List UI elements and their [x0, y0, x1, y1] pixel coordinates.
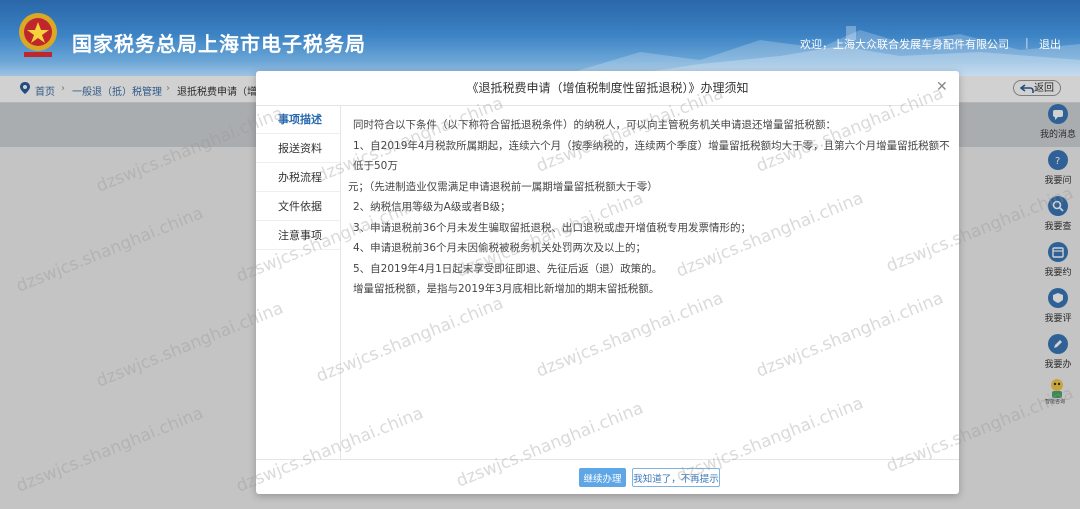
content-paragraph: 增量留抵税额，是指与2019年3月底相比新增加的期末留抵税额。	[353, 283, 660, 295]
content-paragraph: 元；（先进制造业仅需满足申请退税前一属期增量留抵税额大于零）	[348, 180, 658, 193]
tab-materials[interactable]: 报送资料	[256, 135, 340, 163]
continue-button[interactable]: 继续办理	[579, 468, 626, 487]
modal-content: 同时符合以下条件（以下称符合留抵退税条件）的纳税人，可以向主管税务机关申请退还增…	[348, 115, 952, 300]
modal-footer: 继续办理 我知道了，不再提示	[256, 459, 959, 494]
content-paragraph: 同时符合以下条件（以下称符合留抵退税条件）的纳税人，可以向主管税务机关申请退还增…	[353, 119, 836, 131]
tab-description[interactable]: 事项描述	[256, 106, 340, 134]
site-title: 国家税务总局上海市电子税务局	[72, 32, 366, 56]
content-paragraph: 5、自2019年4月1日起未享受即征即退、先征后返（退）政策的。	[353, 262, 663, 275]
tab-process[interactable]: 办税流程	[256, 164, 340, 192]
notice-modal: 《退抵税费申请（增值税制度性留抵退税）》办理须知 ✕ 事项描述 报送资料 办税流…	[256, 71, 959, 494]
welcome-text: 欢迎，上海大众联合发展车身配件有限公司	[800, 38, 1009, 51]
content-paragraph: 3、申请退税前36个月未发生骗取留抵退税、出口退税或虚开增值税专用发票情形的；	[353, 221, 752, 234]
header-separator: |	[1025, 36, 1029, 49]
tax-emblem-logo	[14, 10, 62, 58]
site-header: 国家税务总局上海市电子税务局 欢迎，上海大众联合发展车身配件有限公司 | 退出	[0, 0, 1080, 76]
modal-tab-list: 事项描述 报送资料 办税流程 文件依据 注意事项	[256, 106, 341, 459]
logout-link[interactable]: 退出	[1039, 36, 1061, 52]
content-paragraph: 1、自2019年4月税款所属期起，连续六个月（按季纳税的，连续两个季度）增量留抵…	[353, 139, 950, 173]
tab-notes[interactable]: 注意事项	[256, 222, 340, 250]
tab-documents[interactable]: 文件依据	[256, 193, 340, 221]
dismiss-forever-button[interactable]: 我知道了，不再提示	[632, 468, 720, 487]
content-paragraph: 4、申请退税前36个月未因偷税被税务机关处罚两次及以上的；	[353, 242, 647, 254]
modal-title: 《退抵税费申请（增值税制度性留抵退税）》办理须知	[256, 71, 959, 106]
close-icon[interactable]: ✕	[936, 79, 948, 95]
content-paragraph: 2、纳税信用等级为A级或者B级；	[353, 201, 511, 213]
